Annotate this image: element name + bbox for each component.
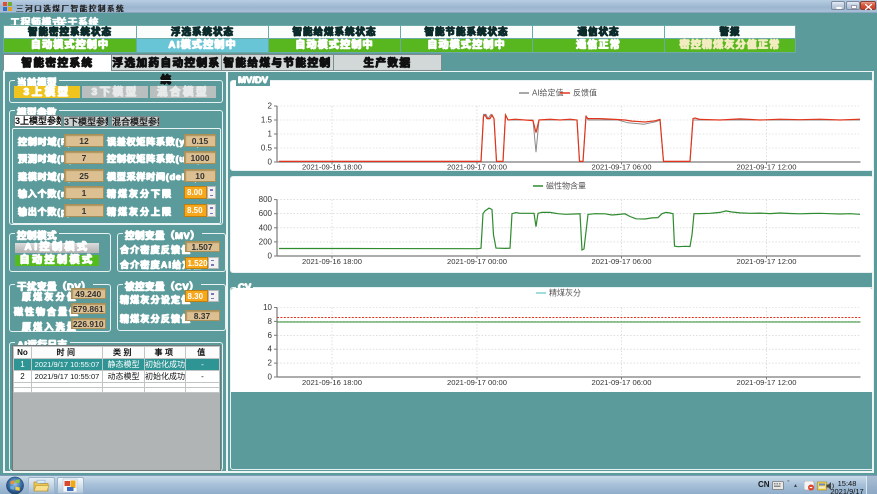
svg-text:0: 0 <box>268 373 273 382</box>
svg-text:1: 1 <box>268 130 273 139</box>
svg-text:反馈值: 反馈值 <box>573 88 597 98</box>
svg-text:AI给定值: AI给定值 <box>532 88 564 98</box>
svg-text:2021-09-17 06:00: 2021-09-17 06:00 <box>592 163 652 172</box>
svg-text:2021-09-17 06:00: 2021-09-17 06:00 <box>592 257 652 266</box>
svg-text:2021-09-16 18:00: 2021-09-16 18:00 <box>302 163 362 172</box>
svg-text:2021-09-17 00:00: 2021-09-17 00:00 <box>447 378 507 387</box>
svg-text:600: 600 <box>259 209 273 218</box>
svg-text:10: 10 <box>263 303 272 312</box>
svg-text:0: 0 <box>268 252 273 261</box>
svg-text:800: 800 <box>259 195 273 204</box>
svg-text:0: 0 <box>268 158 273 167</box>
svg-text:6: 6 <box>268 331 273 340</box>
svg-text:磁性物含量: 磁性物含量 <box>546 181 586 191</box>
svg-text:4: 4 <box>268 345 273 354</box>
svg-text:精煤灰分: 精煤灰分 <box>549 288 581 298</box>
svg-text:2021-09-17 12:00: 2021-09-17 12:00 <box>737 257 797 266</box>
svg-text:2021-09-17 12:00: 2021-09-17 12:00 <box>737 378 797 387</box>
svg-text:400: 400 <box>259 223 273 232</box>
svg-text:2021-09-16 18:00: 2021-09-16 18:00 <box>302 378 362 387</box>
svg-text:2021-09-17 12:00: 2021-09-17 12:00 <box>737 163 797 172</box>
svg-text:1.5: 1.5 <box>261 116 273 125</box>
svg-text:2021-09-16 18:00: 2021-09-16 18:00 <box>302 257 362 266</box>
svg-text:2: 2 <box>268 359 273 368</box>
svg-text:8: 8 <box>268 317 273 326</box>
svg-text:200: 200 <box>259 237 273 246</box>
svg-text:2021-09-17 00:00: 2021-09-17 00:00 <box>447 257 507 266</box>
svg-text:0.5: 0.5 <box>261 144 273 153</box>
svg-text:2: 2 <box>268 102 273 111</box>
svg-text:2021-09-17 06:00: 2021-09-17 06:00 <box>592 378 652 387</box>
svg-text:2021-09-17 00:00: 2021-09-17 00:00 <box>447 163 507 172</box>
